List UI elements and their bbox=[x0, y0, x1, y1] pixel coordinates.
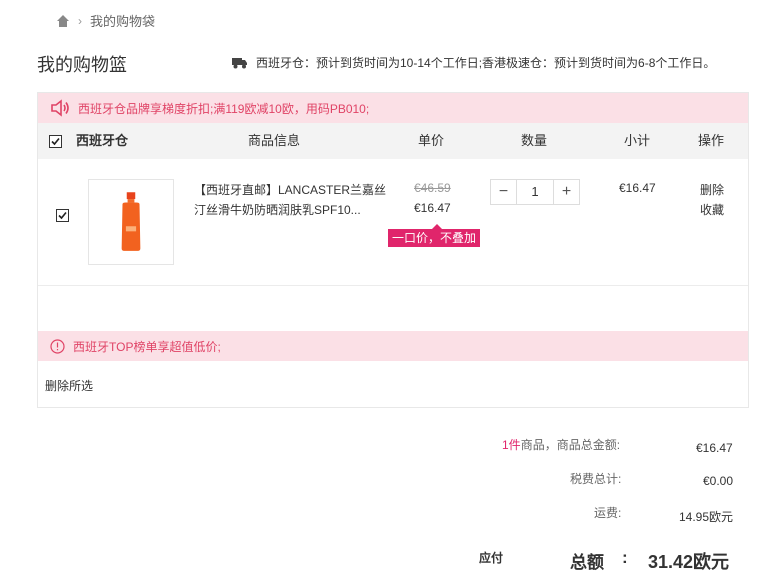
delete-link[interactable]: 删除 bbox=[700, 181, 724, 198]
payable-label: 应付 bbox=[479, 551, 504, 565]
col-subtotal: 小计 bbox=[624, 133, 651, 148]
delete-selected-button[interactable]: 删除所选 bbox=[45, 377, 93, 394]
decrease-button[interactable]: − bbox=[491, 180, 517, 204]
chevron-right-icon: › bbox=[78, 13, 82, 28]
product-thumbnail[interactable] bbox=[88, 179, 174, 265]
warehouse-label: 西班牙仓 bbox=[76, 133, 129, 148]
product-title[interactable]: 【西班牙直邮】LANCASTER兰嘉丝汀丝滑牛奶防晒润肤乳SPF10... bbox=[194, 180, 390, 220]
shipping-notice: 西班牙仓：预计到货时间为10-14个工作日;香港极速仓：预计到货时间为6-8个工… bbox=[232, 54, 715, 71]
select-all-checkbox[interactable] bbox=[49, 135, 62, 148]
cart-item-row: 【西班牙直邮】LANCASTER兰嘉丝汀丝滑牛奶防晒润肤乳SPF10... €4… bbox=[38, 159, 748, 286]
item-subtotal: €16.47 bbox=[619, 181, 656, 195]
original-price: €46.59 bbox=[414, 181, 451, 195]
goods-total-value: €16.47 bbox=[696, 441, 733, 455]
col-unit-price: 单价 bbox=[418, 133, 445, 148]
warning-text: 西班牙TOP榜单享超值低价; bbox=[73, 339, 221, 354]
shipping-fee-label: 运费: bbox=[594, 506, 622, 520]
shipping-text: 西班牙仓：预计到货时间为10-14个工作日;香港极速仓：预计到货时间为6-8个工… bbox=[256, 56, 716, 70]
col-product-info: 商品信息 bbox=[248, 133, 301, 148]
total-label: 总额 bbox=[570, 553, 604, 572]
quantity-value[interactable]: 1 bbox=[517, 180, 553, 204]
item-checkbox[interactable] bbox=[56, 209, 69, 222]
warning-banner: 西班牙TOP榜单享超值低价; bbox=[38, 331, 748, 361]
truck-icon bbox=[232, 57, 248, 69]
tax-value: €0.00 bbox=[703, 474, 734, 488]
goods-total-label: 1件商品，商品总金额: bbox=[502, 438, 621, 452]
tax-label: 税费总计: bbox=[570, 472, 622, 486]
page-title: 我的购物篮 bbox=[37, 55, 127, 75]
shipping-fee-value: 14.95欧元 bbox=[679, 510, 734, 524]
promo-banner: 西班牙仓品牌享梯度折扣;满119欧减10欧，用码PB010; bbox=[38, 93, 748, 123]
breadcrumb: › 我的购物袋 bbox=[56, 11, 155, 30]
total-value: 31.42欧元 bbox=[648, 552, 730, 572]
home-icon[interactable] bbox=[56, 14, 70, 28]
alert-circle-icon bbox=[50, 338, 65, 354]
quantity-stepper: − 1 + bbox=[490, 179, 580, 205]
col-actions: 操作 bbox=[698, 133, 725, 148]
cart-panel: 西班牙仓品牌享梯度折扣;满119欧减10欧，用码PB010; 西班牙仓 商品信息… bbox=[37, 92, 749, 408]
price-tag-badge: 一口价，不叠加 bbox=[388, 224, 481, 247]
speaker-icon bbox=[50, 99, 70, 117]
promo-text: 西班牙仓品牌享梯度折扣;满119欧减10欧，用码PB010; bbox=[78, 101, 370, 116]
favorite-link[interactable]: 收藏 bbox=[700, 201, 724, 218]
breadcrumb-current: 我的购物袋 bbox=[90, 14, 156, 29]
col-quantity: 数量 bbox=[521, 133, 548, 148]
unit-price: €16.47 bbox=[414, 201, 451, 215]
total-colon: : bbox=[622, 548, 628, 567]
increase-button[interactable]: + bbox=[553, 180, 579, 204]
table-header: 西班牙仓 商品信息 单价 数量 小计 操作 bbox=[38, 123, 748, 159]
item-count: 1件 bbox=[502, 438, 521, 452]
